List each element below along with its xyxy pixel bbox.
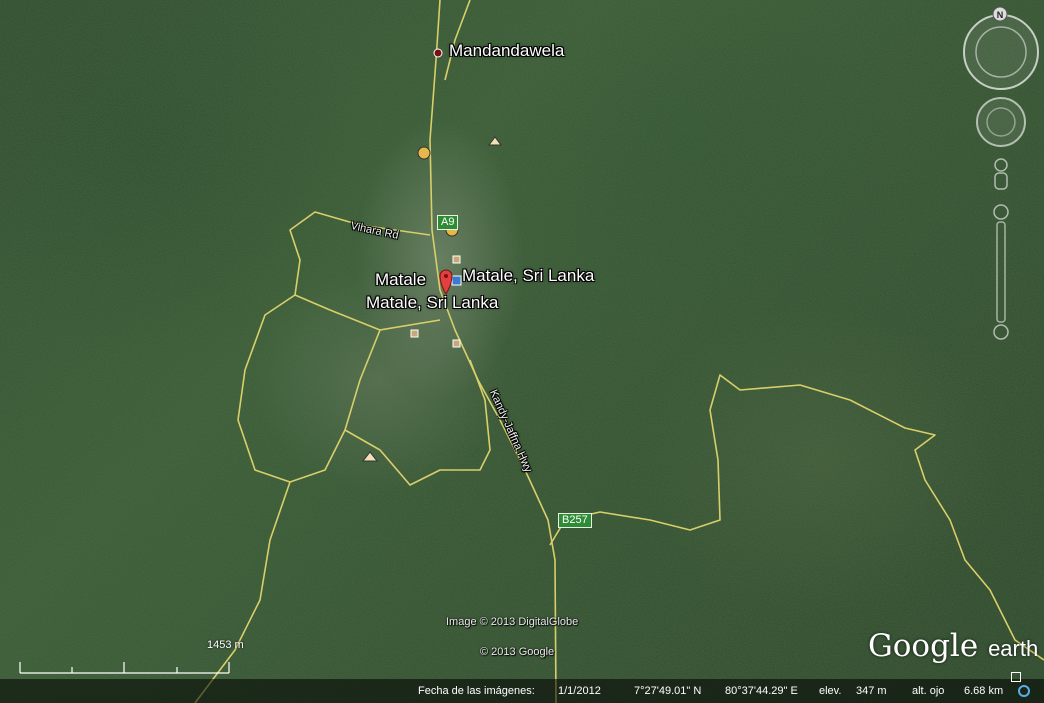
imagery-attribution: Image © 2013 DigitalGlobe: [446, 616, 579, 628]
poi-icon[interactable]: [452, 339, 461, 348]
imagery-date: 1/1/2012: [558, 685, 601, 697]
mandandawela-dot[interactable]: [433, 48, 443, 58]
eye-altitude-label: alt. ojo: [912, 685, 945, 697]
mosque-icon[interactable]: [417, 146, 431, 160]
map-view[interactable]: Mandandawela Matale Matale, Sri Lanka Ma…: [0, 0, 1044, 703]
scale-label: 1453 m: [207, 639, 244, 651]
latitude-readout: 7°27'49.01" N: [634, 685, 702, 697]
road-shield-b257: B257: [558, 513, 592, 528]
svg-text:N: N: [997, 10, 1004, 20]
elevation-value: 347 m: [856, 685, 887, 697]
poi-icon[interactable]: [410, 329, 419, 338]
place-label-matale-sri-lanka[interactable]: Matale, Sri Lanka: [462, 266, 594, 286]
road-shield-a9: A9: [437, 215, 459, 230]
google-earth-logo: Google earth: [868, 628, 1039, 664]
place-label-matale-sri-lanka-2[interactable]: Matale, Sri Lanka: [366, 293, 498, 313]
north-indicator[interactable]: N: [992, 6, 1008, 22]
poi-icon[interactable]: [452, 255, 461, 264]
roads-layer: [0, 0, 1044, 703]
status-bar: Fecha de las imágenes: 1/1/2012 7°27'49.…: [0, 679, 1044, 703]
elevation-label: elev.: [819, 685, 842, 697]
poi-icon: [1011, 672, 1021, 682]
imagery-date-label: Fecha de las imágenes:: [418, 685, 535, 697]
bus-station-icon[interactable]: [451, 275, 462, 286]
compass-ring[interactable]: [963, 14, 1039, 90]
longitude-readout: 80°37'44.29" E: [725, 685, 798, 697]
eye-altitude-value: 6.68 km: [964, 685, 1004, 697]
streaming-indicator-icon: [1018, 685, 1030, 697]
place-label-matale[interactable]: Matale: [375, 270, 426, 290]
place-label-mandandawela[interactable]: Mandandawela: [449, 41, 564, 61]
look-joystick[interactable]: [976, 97, 1026, 147]
google-attribution: © 2013 Google: [480, 646, 555, 658]
